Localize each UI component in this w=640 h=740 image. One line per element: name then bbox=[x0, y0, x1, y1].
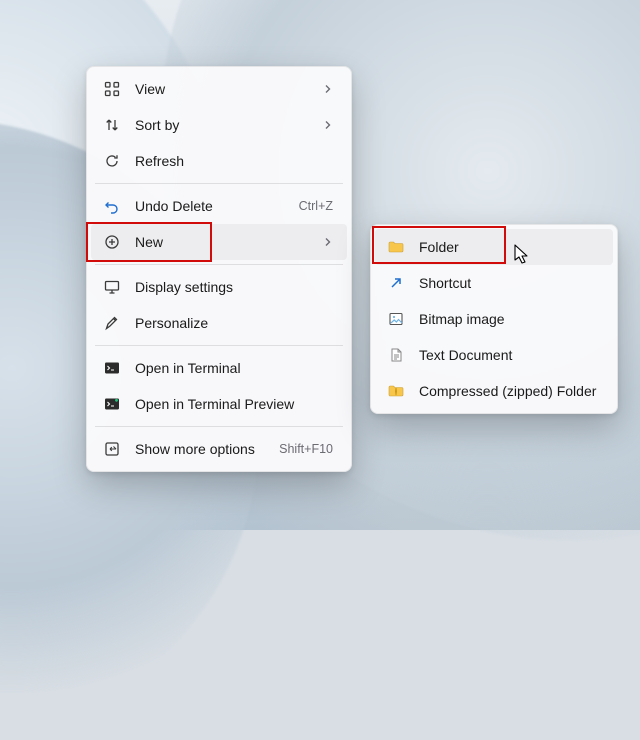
submenu-item-folder[interactable]: Folder bbox=[375, 229, 613, 265]
plus-circle-icon bbox=[103, 233, 121, 251]
text-document-icon bbox=[387, 346, 405, 364]
terminal-icon bbox=[103, 359, 121, 377]
menu-item-label: Show more options bbox=[135, 441, 269, 457]
menu-separator bbox=[95, 345, 343, 346]
menu-item-accelerator: Ctrl+Z bbox=[299, 199, 333, 213]
menu-item-label: Compressed (zipped) Folder bbox=[419, 383, 599, 399]
bitmap-image-icon bbox=[387, 310, 405, 328]
menu-item-label: Personalize bbox=[135, 315, 333, 331]
menu-item-open-in-terminal-preview[interactable]: Open in Terminal Preview bbox=[91, 386, 347, 422]
chevron-right-icon bbox=[323, 237, 333, 247]
zip-folder-icon bbox=[387, 382, 405, 400]
shortcut-icon bbox=[387, 274, 405, 292]
desktop-context-menu: View Sort by Refresh Undo Dele bbox=[86, 66, 352, 472]
menu-item-label: Bitmap image bbox=[419, 311, 599, 327]
menu-item-label: Refresh bbox=[135, 153, 333, 169]
new-submenu: Folder Shortcut Bitmap image Text Docume… bbox=[370, 224, 618, 414]
menu-item-display-settings[interactable]: Display settings bbox=[91, 269, 347, 305]
menu-item-personalize[interactable]: Personalize bbox=[91, 305, 347, 341]
menu-item-label: Text Document bbox=[419, 347, 599, 363]
terminal-preview-icon bbox=[103, 395, 121, 413]
menu-separator bbox=[95, 183, 343, 184]
submenu-item-bitmap-image[interactable]: Bitmap image bbox=[375, 301, 613, 337]
menu-item-label: Display settings bbox=[135, 279, 333, 295]
refresh-icon bbox=[103, 152, 121, 170]
menu-item-label: Folder bbox=[419, 239, 599, 255]
menu-item-label: New bbox=[135, 234, 313, 250]
menu-item-label: Open in Terminal bbox=[135, 360, 333, 376]
menu-item-new[interactable]: New bbox=[91, 224, 347, 260]
chevron-right-icon bbox=[323, 84, 333, 94]
menu-item-accelerator: Shift+F10 bbox=[279, 442, 333, 456]
menu-item-undo-delete[interactable]: Undo Delete Ctrl+Z bbox=[91, 188, 347, 224]
menu-item-label: Sort by bbox=[135, 117, 313, 133]
personalize-icon bbox=[103, 314, 121, 332]
submenu-item-compressed-folder[interactable]: Compressed (zipped) Folder bbox=[375, 373, 613, 409]
view-icon bbox=[103, 80, 121, 98]
menu-separator bbox=[95, 426, 343, 427]
chevron-right-icon bbox=[323, 120, 333, 130]
submenu-item-shortcut[interactable]: Shortcut bbox=[375, 265, 613, 301]
menu-item-label: Undo Delete bbox=[135, 198, 289, 214]
menu-item-label: View bbox=[135, 81, 313, 97]
menu-item-open-in-terminal[interactable]: Open in Terminal bbox=[91, 350, 347, 386]
menu-item-refresh[interactable]: Refresh bbox=[91, 143, 347, 179]
menu-item-sort-by[interactable]: Sort by bbox=[91, 107, 347, 143]
display-icon bbox=[103, 278, 121, 296]
more-options-icon bbox=[103, 440, 121, 458]
menu-item-show-more-options[interactable]: Show more options Shift+F10 bbox=[91, 431, 347, 467]
submenu-item-text-document[interactable]: Text Document bbox=[375, 337, 613, 373]
sort-icon bbox=[103, 116, 121, 134]
undo-icon bbox=[103, 197, 121, 215]
menu-item-label: Open in Terminal Preview bbox=[135, 396, 333, 412]
menu-separator bbox=[95, 264, 343, 265]
menu-item-view[interactable]: View bbox=[91, 71, 347, 107]
menu-item-label: Shortcut bbox=[419, 275, 599, 291]
folder-icon bbox=[387, 238, 405, 256]
